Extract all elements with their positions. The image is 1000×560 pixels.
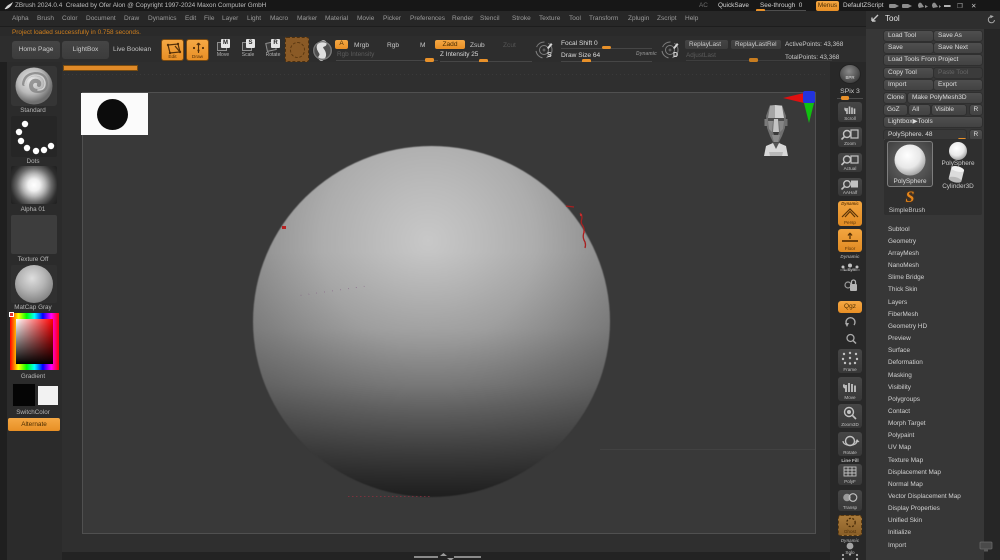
svg-text:S: S: [547, 52, 552, 59]
svg-text:D: D: [673, 52, 678, 59]
